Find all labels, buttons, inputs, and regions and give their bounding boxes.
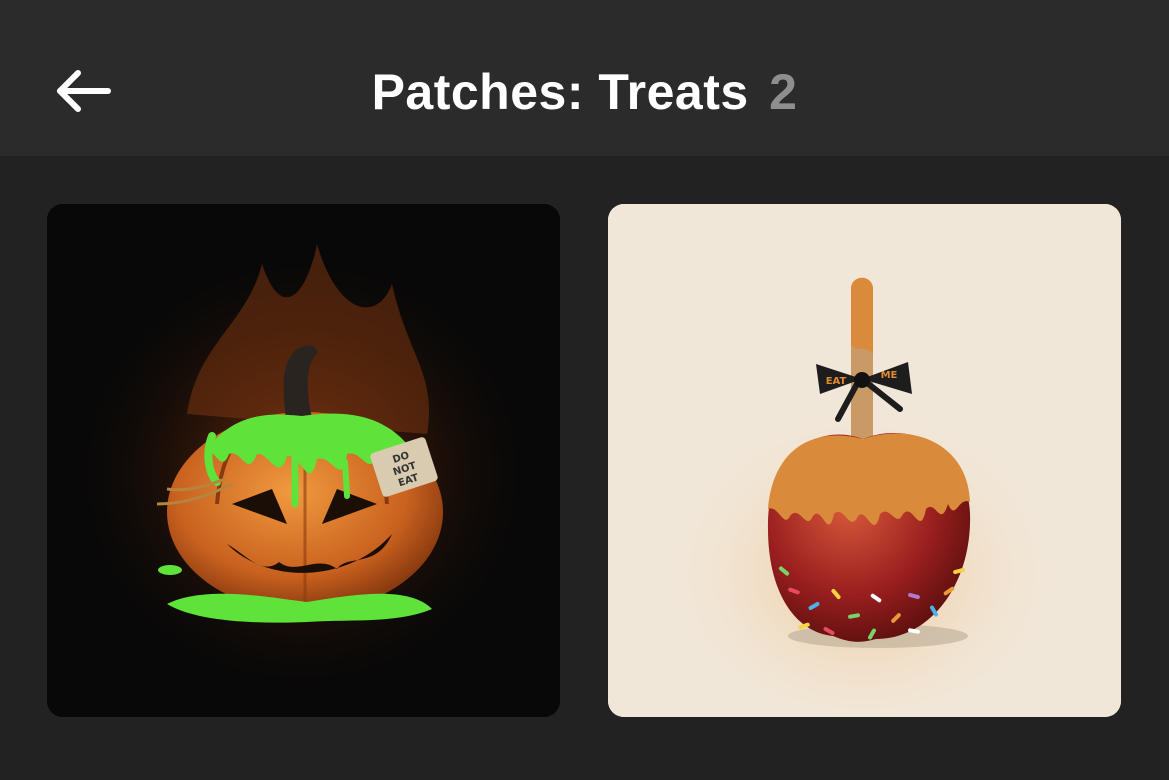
bow-label-left: EAT (826, 376, 847, 387)
page-title: Patches: Treats 2 (0, 62, 1169, 122)
item-count: 2 (769, 64, 798, 120)
patch-card-candy-apple[interactable]: EAT ME (608, 204, 1121, 717)
patch-grid: DO NOT EAT EAT ME (0, 156, 1169, 780)
title-text: Patches: Treats (371, 64, 749, 120)
bow-label-right: ME (881, 370, 898, 381)
pumpkin-illustration: DO NOT EAT (47, 204, 560, 717)
patch-card-pumpkin[interactable]: DO NOT EAT (47, 204, 560, 717)
candy-apple-illustration: EAT ME (608, 204, 1121, 717)
top-bar: Patches: Treats 2 (0, 0, 1169, 156)
